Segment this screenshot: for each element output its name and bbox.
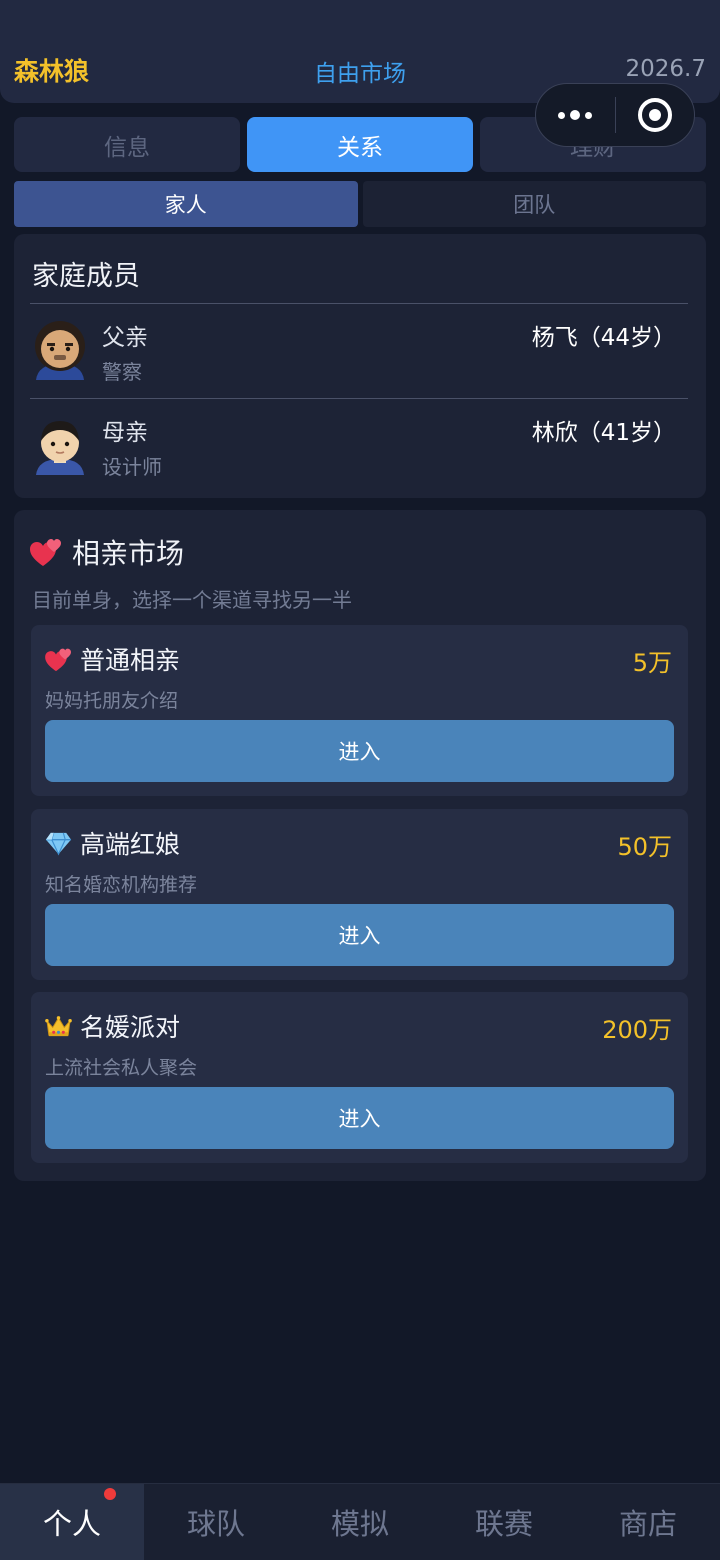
member-role: 父亲 [102,325,148,351]
tab-info[interactable]: 信息 [14,117,240,172]
market-title: 相亲市场 [72,537,185,570]
close-miniprogram-button[interactable] [616,84,695,146]
miniprogram-capsule [535,83,695,147]
tab-relations[interactable]: 关系 [247,117,473,172]
member-name-age: 杨飞（44岁） [531,325,676,351]
bottom-navigation: 个人 球队 模拟 联赛 商店 [0,1483,720,1560]
nav-label: 联赛 [474,1507,533,1541]
two-hearts-icon [30,539,61,566]
crown-icon [45,1015,72,1036]
market-title-row: 相亲市场 [30,532,184,572]
option-name: 高端红娘 [80,830,181,859]
subtab-team[interactable]: 团队 [362,181,706,227]
nav-label: 个人 [42,1507,101,1541]
enter-button[interactable]: 进入 [45,1087,674,1149]
family-card: 家庭成员 父亲 警察 杨飞（44岁） 母亲 设计师 林欣（41岁） [14,234,706,498]
nav-label: 球队 [186,1507,245,1541]
option-normal-dating: 普通相亲 5万 妈妈托朋友介绍 进入 [31,625,688,796]
option-premium-matchmaker: 高端红娘 50万 知名婚恋机构推荐 进入 [31,809,688,980]
subtab-family[interactable]: 家人 [14,181,358,227]
more-button[interactable] [536,84,615,146]
option-price: 200万 [602,1016,672,1044]
option-price: 50万 [617,833,672,861]
option-price: 5万 [632,649,672,677]
father-avatar-icon [35,321,85,380]
two-hearts-icon [45,648,71,671]
nav-team[interactable]: 球队 [144,1484,288,1560]
family-member-father: 父亲 警察 杨飞（44岁） [14,304,706,396]
family-title: 家庭成员 [32,261,140,292]
diamond-icon [45,832,72,855]
option-socialite-party: 名媛派对 200万 上流社会私人聚会 进入 [31,992,688,1163]
dating-market-card: 相亲市场 目前单身，选择一个渠道寻找另一半 普通相亲 5万 妈妈托朋友介绍 进入 [14,510,706,1181]
member-job: 警察 [102,360,142,384]
option-description: 知名婚恋机构推荐 [45,874,198,896]
mother-avatar-icon [36,421,84,475]
option-header: 名媛派对 [45,1008,180,1044]
member-role: 母亲 [102,420,148,446]
market-subtitle: 目前单身，选择一个渠道寻找另一半 [32,588,352,612]
nav-label: 模拟 [330,1507,389,1541]
app-screen: 森林狼 自由市场 2026.7 信息 关系 理财 家人 团队 家庭成员 父亲 警… [0,0,720,1560]
option-header: 普通相亲 [45,641,180,677]
member-name-age: 林欣（41岁） [531,420,676,446]
notification-dot [104,1488,116,1500]
nav-label: 商店 [618,1507,677,1541]
option-description: 妈妈托朋友介绍 [45,690,179,712]
nav-league[interactable]: 联赛 [432,1484,576,1560]
nav-personal[interactable]: 个人 [0,1484,144,1560]
enter-button[interactable]: 进入 [45,904,674,966]
option-name: 名媛派对 [80,1013,181,1042]
option-header: 高端红娘 [45,825,180,861]
target-circle-icon [637,98,672,132]
nav-simulate[interactable]: 模拟 [288,1484,432,1560]
member-job: 设计师 [102,455,162,479]
more-dots-icon [558,110,593,120]
family-member-mother: 母亲 设计师 林欣（41岁） [14,399,706,491]
option-name: 普通相亲 [80,646,181,675]
relation-subtabs: 家人 团队 [14,181,706,227]
nav-shop[interactable]: 商店 [576,1484,720,1560]
game-date: 2026.7 [625,56,706,82]
enter-button[interactable]: 进入 [45,720,674,782]
option-description: 上流社会私人聚会 [45,1057,198,1079]
